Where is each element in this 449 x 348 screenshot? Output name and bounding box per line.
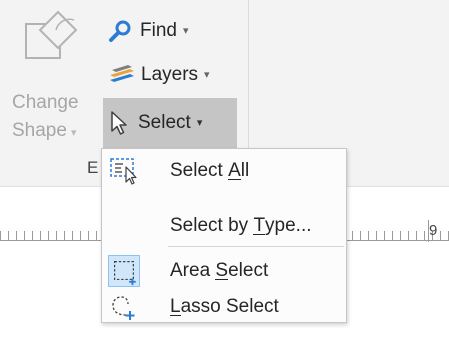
change-shape-caret-icon: ▾ bbox=[70, 127, 77, 139]
change-shape-label-line2: Shape ▾ bbox=[12, 120, 76, 144]
change-shape-label: Shape bbox=[12, 120, 67, 141]
find-caret-icon: ▾ bbox=[182, 25, 189, 37]
menu-item-select-by-type[interactable]: Select by Type... bbox=[102, 208, 346, 244]
menu-separator bbox=[168, 246, 344, 247]
find-label: Find bbox=[140, 20, 177, 41]
menu-item-label: Select All bbox=[170, 160, 249, 182]
change-shape-label-line1: Change bbox=[12, 92, 79, 113]
pointer-icon bbox=[111, 111, 127, 135]
lasso-select-icon bbox=[112, 296, 135, 320]
area-select-icon bbox=[108, 255, 140, 287]
access-key: T bbox=[253, 215, 266, 236]
select-caret-icon: ▾ bbox=[196, 117, 203, 129]
select-button[interactable]: Select ▾ bbox=[103, 98, 237, 148]
menu-item-lasso-select[interactable]: Lasso Select bbox=[102, 289, 346, 325]
label-suffix: asso Select bbox=[180, 296, 279, 317]
label-suffix: ype... bbox=[265, 215, 312, 236]
menu-item-label: Lasso Select bbox=[170, 296, 279, 318]
label-prefix: Select bbox=[170, 160, 229, 181]
menu-item-select-all[interactable]: Select All bbox=[102, 153, 346, 189]
layers-label: Layers bbox=[141, 64, 199, 85]
select-label: Select bbox=[138, 112, 191, 133]
label-prefix: Select by bbox=[170, 215, 254, 236]
label-prefix: Area bbox=[170, 260, 216, 281]
access-key: L bbox=[170, 296, 181, 317]
find-button[interactable]: Find ▾ bbox=[108, 20, 189, 42]
access-key: A bbox=[228, 160, 241, 181]
find-icon bbox=[109, 20, 131, 42]
change-shape-icon bbox=[25, 10, 78, 59]
layers-icon bbox=[110, 65, 134, 82]
label-suffix: elect bbox=[228, 260, 269, 281]
label-suffix: ll bbox=[240, 160, 250, 181]
menu-item-area-select[interactable]: Area Select bbox=[102, 253, 346, 289]
ruler-number: 9 bbox=[429, 222, 438, 239]
select-dropdown-menu: Select All Select by Type... Area Select… bbox=[101, 148, 347, 323]
layers-caret-icon: ▾ bbox=[204, 69, 210, 81]
menu-item-label: Area Select bbox=[170, 260, 268, 282]
menu-item-label: Select by Type... bbox=[170, 215, 312, 237]
layers-button[interactable]: Layers ▾ bbox=[108, 64, 210, 86]
access-key: S bbox=[215, 260, 229, 281]
select-all-icon bbox=[110, 158, 137, 185]
group-label: E bbox=[87, 158, 99, 177]
